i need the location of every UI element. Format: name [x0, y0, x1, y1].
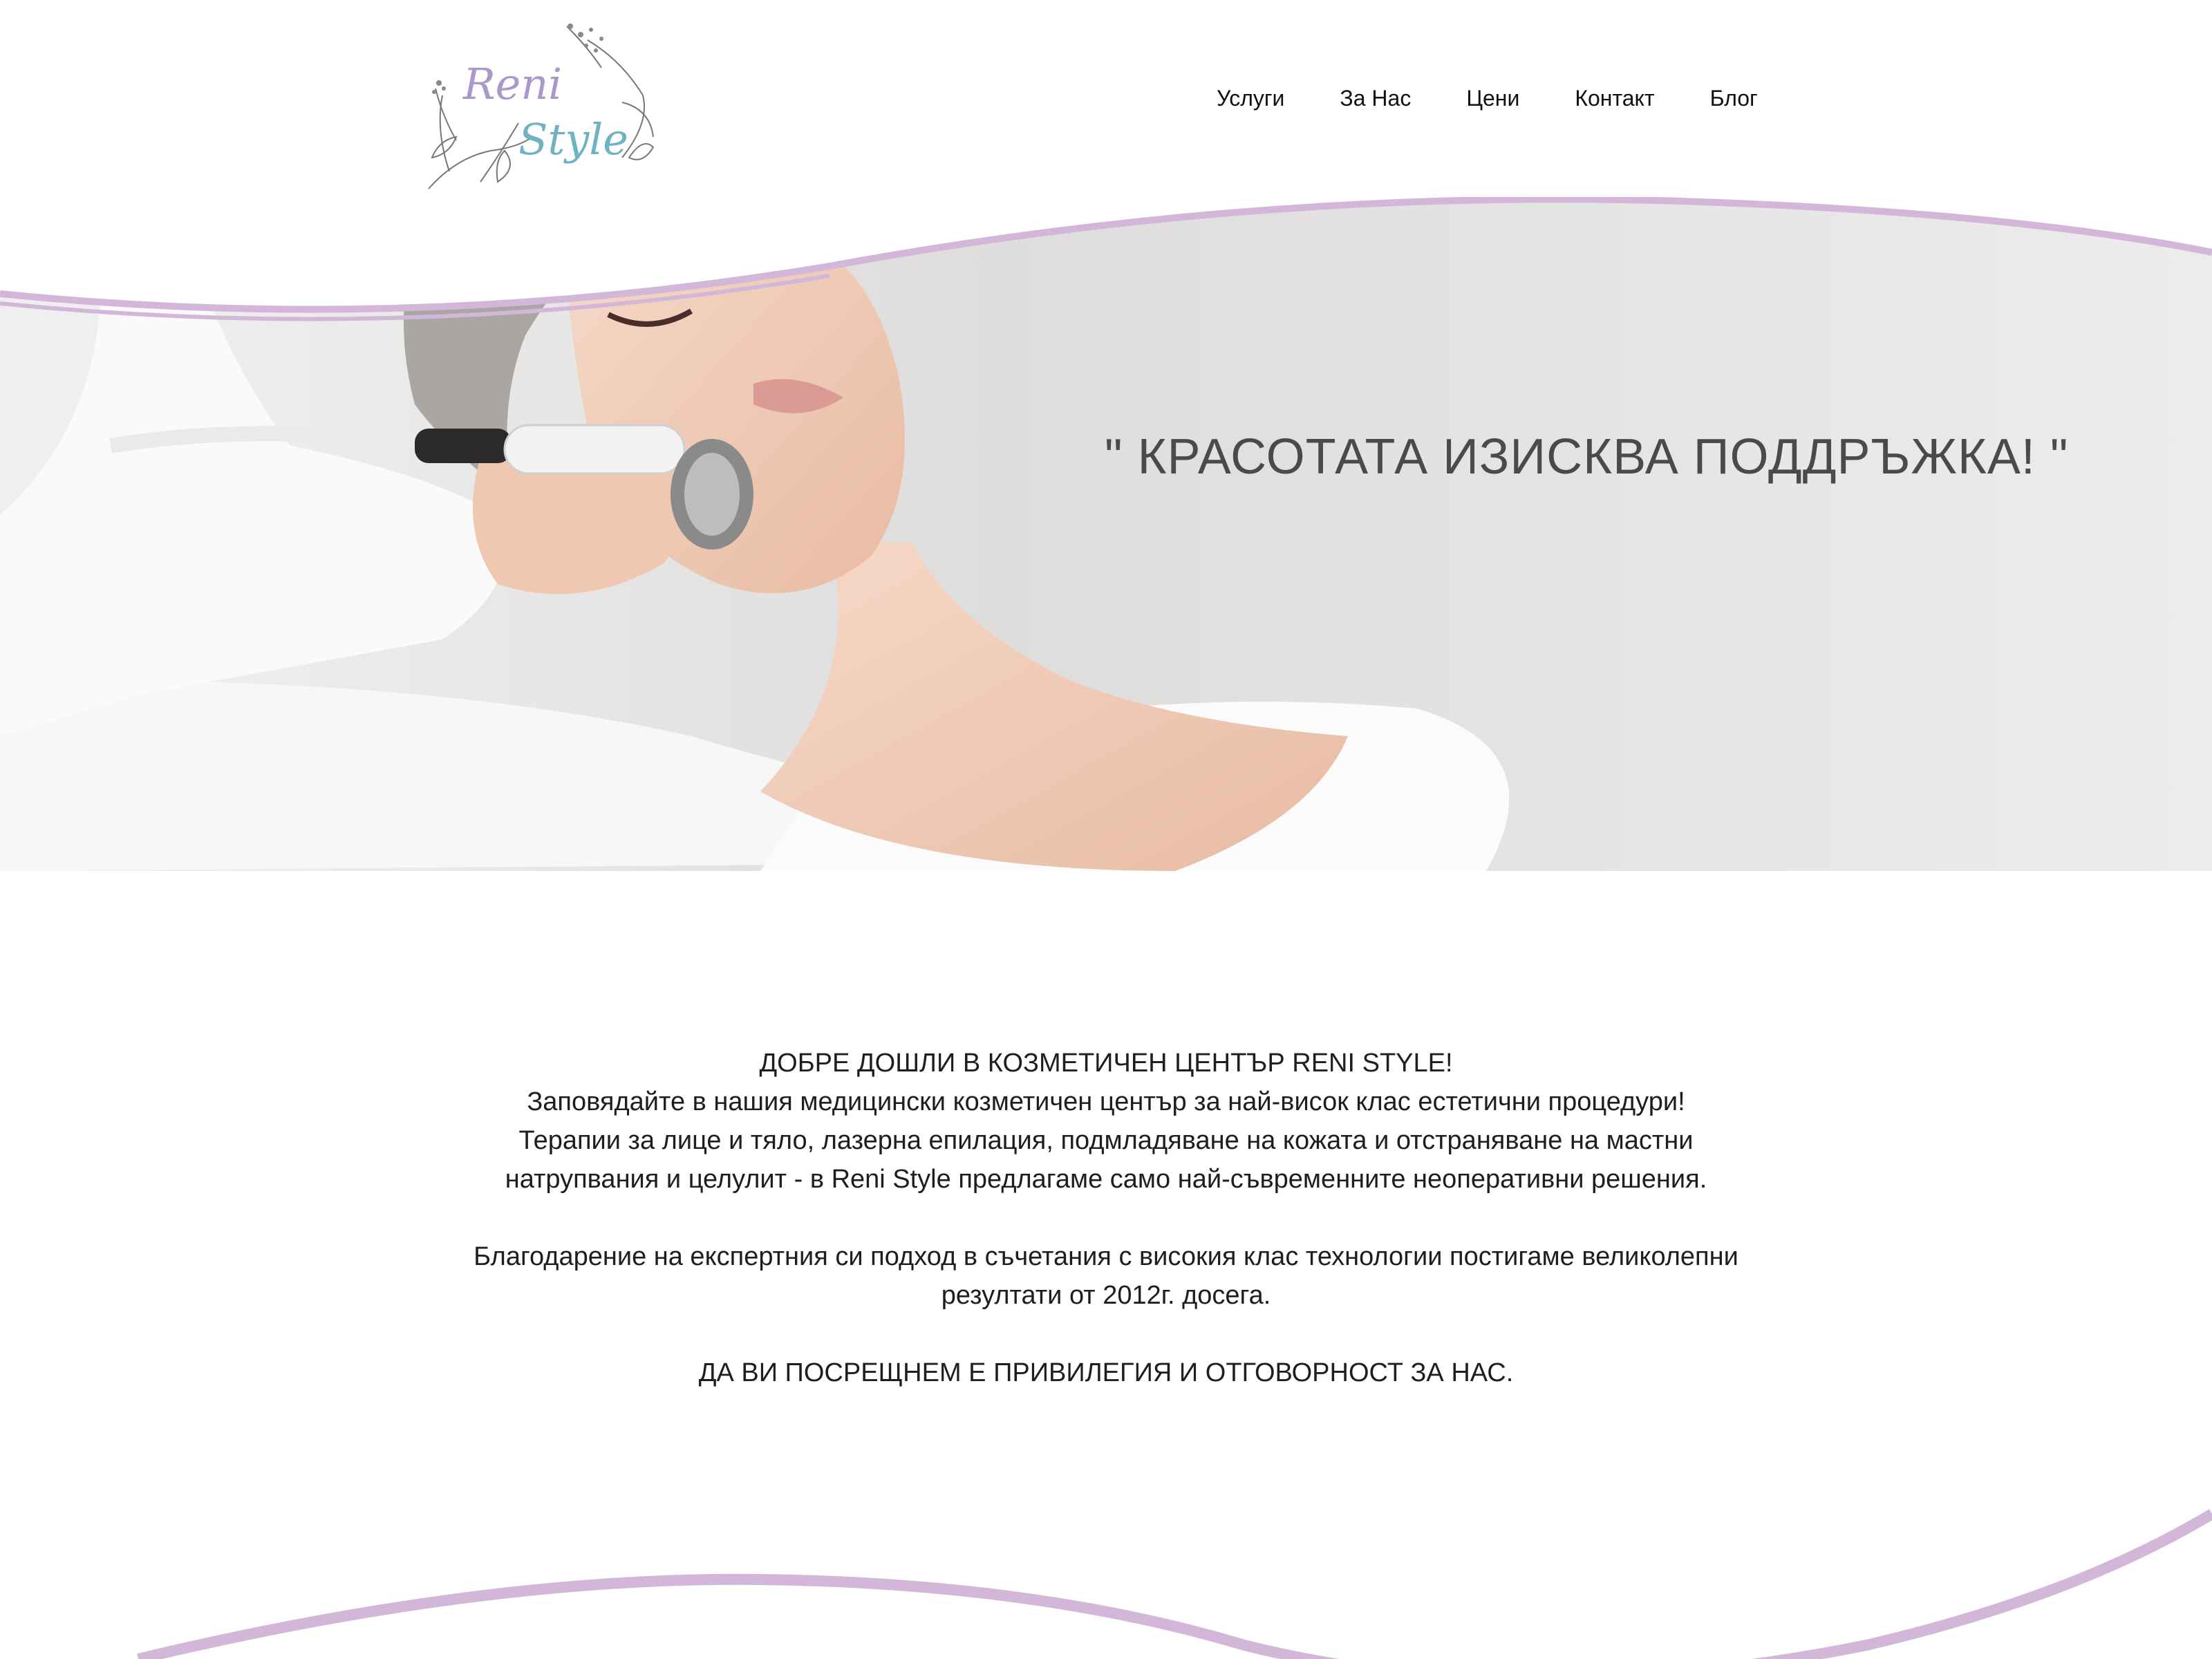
- intro-closing-line: ДА ВИ ПОСРЕЩНЕМ Е ПРИВИЛЕГИЯ И ОТГОВОРНО…: [698, 1358, 1514, 1387]
- site-logo[interactable]: Reni Style: [415, 19, 664, 199]
- nav-item-about[interactable]: За Нас: [1340, 77, 1411, 119]
- intro-text-line: натрупвания и целулит - в Reni Style пре…: [505, 1165, 1707, 1194]
- nav-item-services[interactable]: Услуги: [1217, 77, 1284, 119]
- nav-item-contact[interactable]: Контакт: [1575, 77, 1654, 119]
- intro-welcome-heading: ДОБРЕ ДОШЛИ В КОЗМЕТИЧЕН ЦЕНТЪР RENI STY…: [759, 1049, 1453, 1078]
- logo-text-style: Style: [518, 114, 628, 165]
- intro-text-line: резултати от 2012г. досега.: [941, 1281, 1271, 1310]
- logo-text-reni: Reni: [462, 59, 562, 109]
- hero-banner: " КРАСОТАТА ИЗИСКВА ПОДДРЪЖКА! ": [0, 197, 2212, 871]
- decorative-wave: [0, 1486, 2212, 1659]
- site-header: Reni Style Услуги За Нас Цени Контакт Бл…: [0, 0, 2212, 200]
- intro-text-line: Благодарение на експертния си подход в с…: [474, 1242, 1738, 1271]
- intro-section: ДОБРЕ ДОШЛИ В КОЗМЕТИЧЕН ЦЕНТЪР RENI STY…: [387, 1044, 1825, 1392]
- hero-title: " КРАСОТАТА ИЗИСКВА ПОДДРЪЖКА! ": [1105, 429, 2069, 485]
- hero-image: [0, 197, 2212, 871]
- intro-text-line: Терапии за лице и тяло, лазерна епилация…: [518, 1126, 1694, 1155]
- nav-item-blog[interactable]: Блог: [1710, 77, 1758, 119]
- main-nav: Услуги За Нас Цени Контакт Блог: [1217, 77, 1758, 119]
- nav-item-prices[interactable]: Цени: [1466, 77, 1519, 119]
- intro-text-line: Заповядайте в нашия медицински козметиче…: [527, 1087, 1685, 1116]
